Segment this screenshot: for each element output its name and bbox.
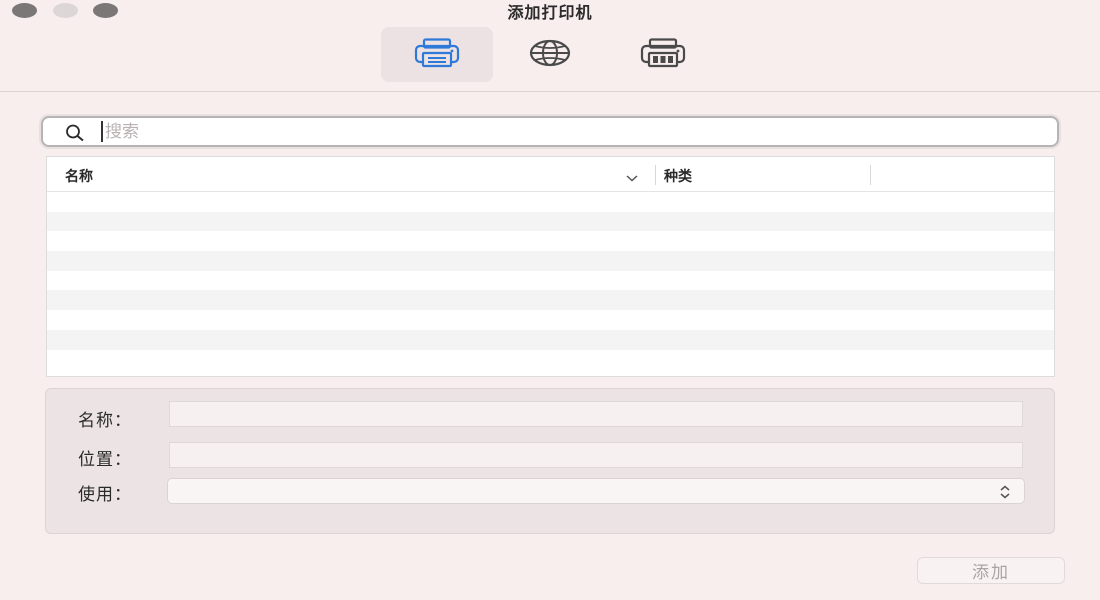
- column-header-name[interactable]: 名称: [65, 166, 93, 186]
- use-driver-select[interactable]: [167, 478, 1025, 504]
- table-row: [47, 310, 1054, 330]
- chevron-down-icon[interactable]: [625, 168, 639, 187]
- table-body: [47, 192, 1054, 370]
- table-row: [47, 270, 1054, 291]
- default-printer-icon: [414, 37, 460, 72]
- window-title: 添加打印机: [507, 3, 593, 22]
- toolbar-default-printers-button[interactable]: [381, 27, 493, 82]
- use-label: 使用：: [78, 485, 132, 505]
- search-field[interactable]: [41, 116, 1059, 147]
- location-field[interactable]: [169, 442, 1023, 468]
- add-button[interactable]: 添加: [917, 557, 1065, 584]
- table-row: [47, 349, 1054, 370]
- toolbar-ip-printer-button[interactable]: [494, 27, 606, 82]
- column-header-kind[interactable]: 种类: [664, 166, 692, 186]
- search-input[interactable]: [101, 121, 1041, 142]
- name-label: 名称：: [78, 411, 132, 431]
- column-divider[interactable]: [870, 165, 871, 185]
- table-row: [47, 290, 1054, 311]
- printer-list-table: 名称 种类: [46, 156, 1055, 377]
- windows-printer-icon: [640, 37, 686, 72]
- table-header: 名称 种类: [47, 157, 1054, 192]
- name-field[interactable]: [169, 401, 1023, 427]
- location-label: 位置：: [78, 450, 132, 470]
- toolbar-windows-printer-button[interactable]: [607, 27, 719, 82]
- table-row: [47, 231, 1054, 252]
- table-row: [47, 211, 1054, 232]
- table-row: [47, 251, 1054, 271]
- up-down-chevron-icon: [998, 484, 1012, 504]
- search-icon: [65, 124, 85, 146]
- table-row: [47, 192, 1054, 212]
- ip-globe-icon: [529, 38, 571, 72]
- printer-details-panel: 名称： 位置： 使用：: [45, 388, 1055, 534]
- table-row: [47, 329, 1054, 350]
- column-divider[interactable]: [655, 165, 656, 185]
- title-bar: 添加打印机: [0, 0, 1100, 92]
